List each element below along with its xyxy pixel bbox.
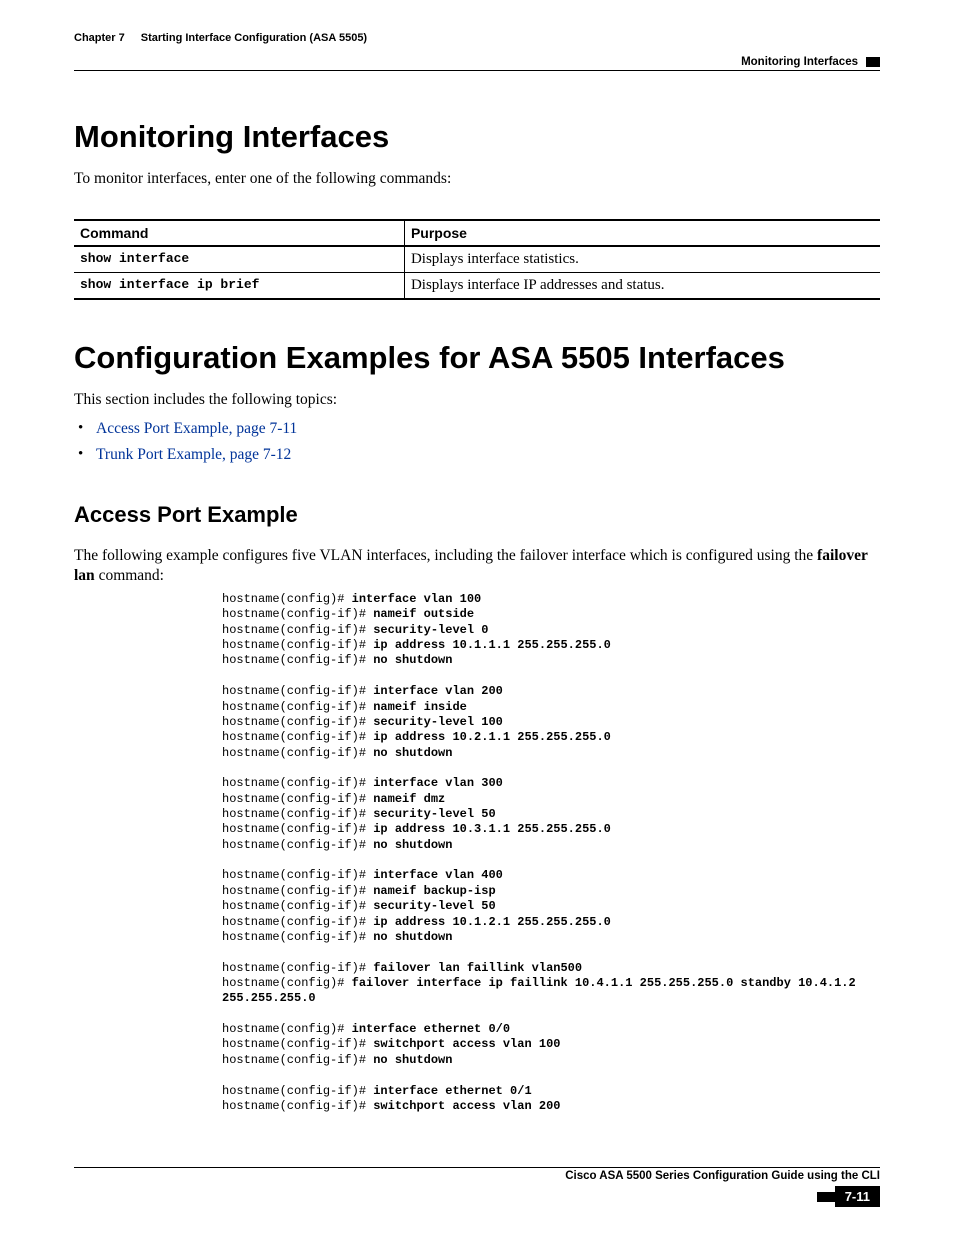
heading-monitoring-interfaces: Monitoring Interfaces <box>74 119 880 155</box>
page-footer: Cisco ASA 5500 Series Configuration Guid… <box>74 1167 880 1207</box>
monitoring-intro-text: To monitor interfaces, enter one of the … <box>74 169 880 189</box>
table-cell-purpose: Displays interface IP addresses and stat… <box>404 272 880 299</box>
badge-stub-icon <box>817 1192 835 1202</box>
access-intro-pre: The following example configures five VL… <box>74 547 817 564</box>
table-cell-command: show interface <box>74 246 404 273</box>
table-header-purpose: Purpose <box>404 220 880 246</box>
access-intro-text: The following example configures five VL… <box>74 546 880 586</box>
code-example: hostname(config)# interface vlan 100 hos… <box>222 592 880 1114</box>
chapter-title: Starting Interface Configuration (ASA 55… <box>141 32 367 44</box>
list-item: Access Port Example, page 7-11 <box>74 416 880 442</box>
config-intro-text: This section includes the following topi… <box>74 390 880 410</box>
link-access-port-example[interactable]: Access Port Example, page 7-11 <box>96 420 297 437</box>
chapter-label: Chapter 7 <box>74 32 125 44</box>
header-marker-icon <box>866 57 880 67</box>
page-number: 7-11 <box>835 1186 880 1207</box>
table-cell-command: show interface ip brief <box>74 272 404 299</box>
heading-configuration-examples: Configuration Examples for ASA 5505 Inte… <box>74 340 880 376</box>
footer-doc-title: Cisco ASA 5500 Series Configuration Guid… <box>565 1170 880 1182</box>
page-number-badge: 7-11 <box>817 1186 880 1207</box>
table-row: show interface ip brief Displays interfa… <box>74 272 880 299</box>
command-table: Command Purpose show interface Displays … <box>74 219 880 300</box>
access-intro-post: command: <box>95 567 164 584</box>
link-trunk-port-example[interactable]: Trunk Port Example, page 7-12 <box>96 446 291 463</box>
table-cell-purpose: Displays interface statistics. <box>404 246 880 273</box>
list-item: Trunk Port Example, page 7-12 <box>74 442 880 468</box>
topics-list: Access Port Example, page 7-11 Trunk Por… <box>74 416 880 469</box>
table-row: show interface Displays interface statis… <box>74 246 880 273</box>
page-header: Chapter 7 Starting Interface Configurati… <box>74 28 880 71</box>
heading-access-port-example: Access Port Example <box>74 502 880 528</box>
header-section-label: Monitoring Interfaces <box>741 56 858 68</box>
header-chapter: Chapter 7 Starting Interface Configurati… <box>74 28 367 45</box>
table-header-command: Command <box>74 220 404 246</box>
